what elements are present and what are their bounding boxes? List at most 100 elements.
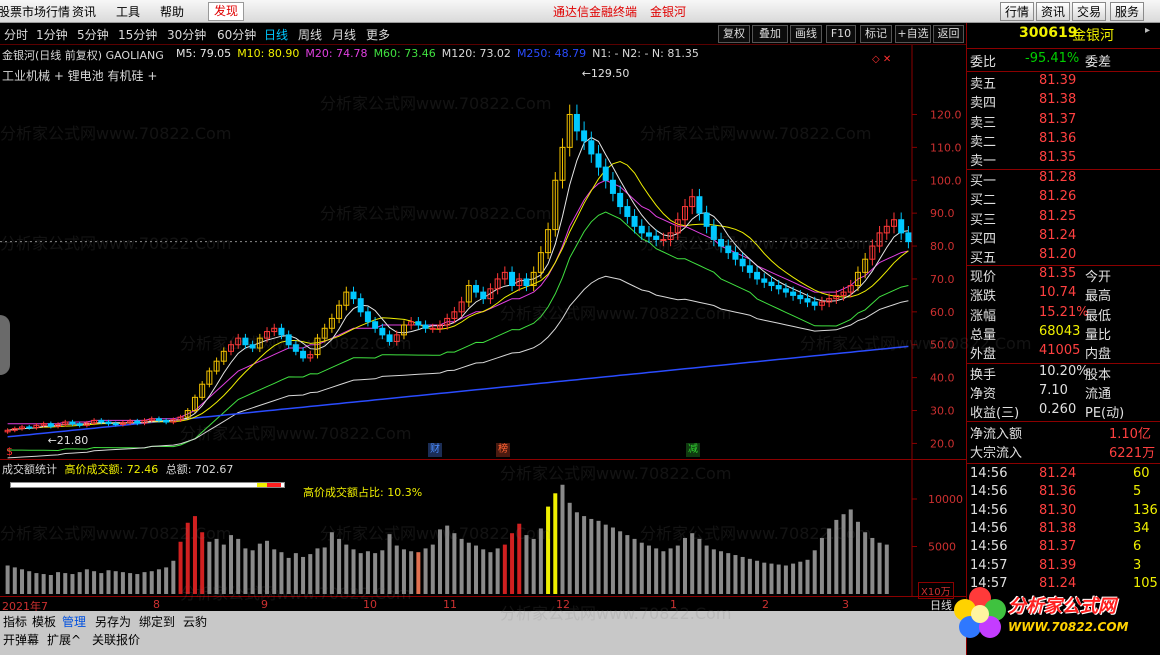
volume-bar bbox=[437, 529, 442, 594]
candle-body bbox=[739, 258, 746, 267]
site-logo: 分析家公式网 WWW.70822.COM bbox=[950, 580, 1158, 652]
event-tag-reduce[interactable]: 减 bbox=[686, 443, 700, 457]
tab-more[interactable]: 更多 bbox=[366, 26, 390, 43]
overlay-button[interactable]: 叠加 bbox=[752, 25, 788, 43]
mark-button[interactable]: 标记 bbox=[860, 25, 892, 43]
event-tag-finance[interactable]: 财 bbox=[428, 443, 442, 457]
close-chart-icon[interactable]: ◇ ✕ bbox=[872, 54, 891, 65]
menu-item-help[interactable]: 帮助 bbox=[160, 3, 184, 20]
tab-5min[interactable]: 5分钟 bbox=[77, 26, 109, 43]
volume-bar bbox=[416, 552, 421, 594]
tab-daily[interactable]: 日线 bbox=[264, 26, 288, 43]
adjust-button[interactable]: 复权 bbox=[718, 25, 750, 43]
tab-weekly[interactable]: 周线 bbox=[298, 26, 322, 43]
tick-row: 14:56 81.37 6 bbox=[967, 539, 1160, 558]
price-tick: 40.0 bbox=[930, 372, 955, 385]
menu-item-tools[interactable]: 工具 bbox=[116, 3, 140, 20]
buy-price: 81.25 bbox=[1039, 208, 1077, 224]
tick-price: 81.30 bbox=[1039, 502, 1077, 518]
tab-intraday[interactable]: 分时 bbox=[4, 26, 28, 43]
back-button[interactable]: 返回 bbox=[933, 25, 964, 43]
barrage-toggle[interactable]: 开弹幕 bbox=[3, 631, 39, 648]
event-tag-ranking[interactable]: 榜 bbox=[496, 443, 510, 457]
menu-item-discover[interactable]: 发现 bbox=[208, 2, 245, 21]
volume-bar bbox=[128, 573, 133, 594]
buy-label: 买一 bbox=[970, 174, 997, 189]
volume-bar bbox=[560, 484, 565, 594]
candle-body bbox=[595, 153, 602, 168]
sell-label: 卖五 bbox=[970, 77, 997, 92]
panel-arrow-icon[interactable]: ▸ bbox=[1145, 25, 1150, 36]
tab-template[interactable]: 模板 bbox=[32, 613, 56, 630]
stat-value: 15.21% bbox=[1039, 304, 1089, 320]
volume-bar bbox=[805, 559, 810, 594]
quote-button[interactable]: 行情 bbox=[1000, 2, 1035, 21]
tab-30min[interactable]: 30分钟 bbox=[167, 26, 206, 43]
buy-price: 81.28 bbox=[1039, 170, 1077, 185]
menu-item-market[interactable]: 股票市场行情 bbox=[0, 3, 70, 20]
candle-body bbox=[797, 294, 804, 300]
volume-bar bbox=[329, 532, 334, 594]
tab-indicator[interactable]: 指标 bbox=[3, 613, 27, 630]
tick-time: 14:56 bbox=[970, 484, 1008, 500]
volume-bar bbox=[474, 545, 479, 594]
tab-bind-to[interactable]: 绑定到 bbox=[139, 613, 175, 630]
volume-bar bbox=[690, 533, 695, 594]
volume-bar bbox=[459, 538, 464, 594]
event-tag-dollar[interactable]: $ bbox=[6, 445, 13, 458]
kline-chart[interactable]: 金银河(日线 前复权) GAOLIANG M5: 79.05 M10: 80.90… bbox=[0, 45, 966, 459]
volume-bar bbox=[48, 575, 53, 594]
draw-button[interactable]: 画线 bbox=[790, 25, 822, 43]
stat-label-right: 流通 bbox=[1085, 387, 1112, 402]
volume-bar bbox=[445, 525, 450, 594]
tab-15min[interactable]: 15分钟 bbox=[118, 26, 157, 43]
tab-60min[interactable]: 60分钟 bbox=[217, 26, 256, 43]
side-expand-handle[interactable] bbox=[0, 315, 10, 375]
menu-item-news[interactable]: 资讯 bbox=[72, 3, 96, 20]
trade-button[interactable]: 交易 bbox=[1072, 2, 1107, 21]
volume-bar bbox=[755, 560, 760, 594]
tab-save-as[interactable]: 另存为 bbox=[95, 613, 131, 630]
volume-bar bbox=[423, 548, 428, 594]
candle-body bbox=[609, 179, 616, 194]
volume-bar bbox=[192, 516, 197, 594]
candle-body bbox=[26, 426, 33, 429]
tab-cloud[interactable]: 云豹 bbox=[183, 613, 207, 630]
tab-1min[interactable]: 1分钟 bbox=[36, 26, 68, 43]
price-tick: 120.0 bbox=[930, 108, 962, 121]
tab-manage[interactable]: 管理 bbox=[62, 613, 86, 630]
candle-body bbox=[653, 235, 660, 240]
price-tick: 90.0 bbox=[930, 207, 955, 220]
price-tick: 60.0 bbox=[930, 306, 955, 319]
volume-bar bbox=[574, 512, 579, 594]
price-tick: 100.0 bbox=[930, 174, 962, 187]
linked-quote-toggle[interactable]: 关联报价 bbox=[92, 631, 140, 648]
volume-bar bbox=[178, 541, 183, 594]
volume-bar bbox=[113, 571, 118, 594]
volume-bar bbox=[430, 544, 435, 594]
tab-monthly[interactable]: 月线 bbox=[332, 26, 356, 43]
candle-body bbox=[155, 418, 162, 421]
sell-row: 卖四 81.38 bbox=[967, 92, 1160, 111]
volume-bar bbox=[582, 516, 587, 594]
volume-bar bbox=[373, 553, 378, 594]
sell-price: 81.38 bbox=[1039, 92, 1077, 108]
tick-time: 14:56 bbox=[970, 502, 1008, 518]
date-label-6: 1 bbox=[670, 598, 677, 611]
service-button[interactable]: 服务 bbox=[1110, 2, 1145, 21]
volume-bar bbox=[632, 538, 637, 594]
sell-row: 卖一 81.35 bbox=[967, 150, 1160, 169]
news-button[interactable]: 资讯 bbox=[1036, 2, 1071, 21]
add-watchlist-button[interactable]: +自选 bbox=[895, 25, 931, 43]
candle-body bbox=[761, 278, 768, 283]
vol-tick: 5000 bbox=[928, 541, 956, 554]
candle-body bbox=[754, 271, 761, 280]
f10-button[interactable]: F10 bbox=[826, 25, 856, 43]
candle-body bbox=[278, 327, 285, 336]
volume-chart[interactable]: 成交额统计 高价成交额: 72.46 总额: 702.67 高价成交额占比: 1… bbox=[0, 459, 966, 599]
logo-title: 分析家公式网 bbox=[1008, 596, 1116, 617]
volume-bar bbox=[315, 548, 320, 594]
stock-name: 金银河 bbox=[1072, 28, 1114, 44]
volume-bar bbox=[20, 569, 25, 594]
expand-toggle[interactable]: 扩展^ bbox=[47, 631, 81, 648]
